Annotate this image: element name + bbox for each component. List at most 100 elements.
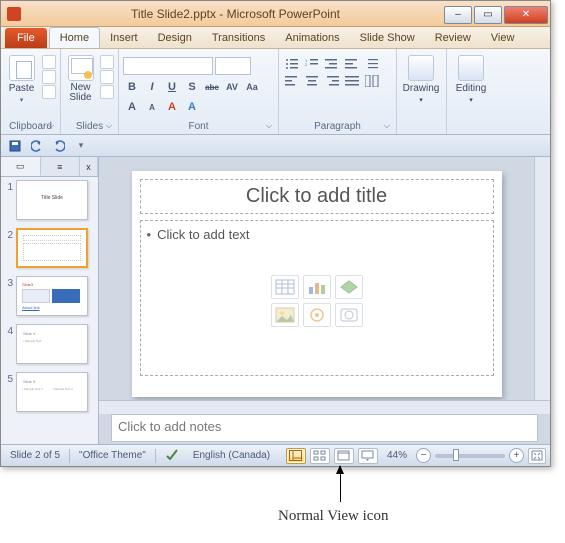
slide-thumbnail[interactable]: Slide 4• Sample Text bbox=[16, 324, 88, 364]
text-direction-button[interactable] bbox=[283, 91, 301, 105]
new-slide-button[interactable]: New Slide bbox=[65, 55, 96, 103]
shrink-font-button[interactable]: A bbox=[143, 99, 161, 115]
tab-review[interactable]: Review bbox=[425, 28, 481, 48]
close-button[interactable]: ✕ bbox=[504, 6, 548, 24]
group-label-clipboard: Clipboard bbox=[5, 120, 56, 133]
group-label-paragraph: Paragraph bbox=[283, 120, 392, 133]
notes-pane[interactable]: Click to add notes bbox=[111, 414, 538, 442]
maximize-button[interactable]: ▭ bbox=[474, 6, 502, 24]
insert-media-icon[interactable] bbox=[335, 303, 363, 327]
tab-view[interactable]: View bbox=[481, 28, 525, 48]
layout-icon[interactable] bbox=[100, 55, 114, 69]
thumb-row[interactable]: 3 Slide3About link bbox=[3, 276, 96, 316]
new-slide-icon bbox=[68, 55, 94, 81]
font-size-combo[interactable] bbox=[215, 57, 251, 75]
paste-button[interactable]: Paste ▾ bbox=[5, 55, 38, 104]
vertical-scrollbar[interactable] bbox=[534, 157, 550, 400]
tab-animations[interactable]: Animations bbox=[275, 28, 349, 48]
thumb-row[interactable]: 4 Slide 4• Sample Text bbox=[3, 324, 96, 364]
line-spacing-button[interactable] bbox=[363, 57, 381, 71]
clear-format-button[interactable]: A bbox=[183, 99, 201, 115]
qat-customize-button[interactable]: ▾ bbox=[71, 137, 91, 155]
char-spacing-button[interactable]: AV bbox=[223, 79, 241, 95]
tab-transitions[interactable]: Transitions bbox=[202, 28, 275, 48]
zoom-slider[interactable] bbox=[435, 454, 505, 458]
content-placeholder[interactable]: Click to add text bbox=[140, 220, 494, 376]
align-center-button[interactable] bbox=[303, 74, 321, 88]
align-right-button[interactable] bbox=[323, 74, 341, 88]
thumb-row[interactable]: 5 Slide 5• Sample Text 1• Sample Text 2 bbox=[3, 372, 96, 412]
grow-font-button[interactable]: A bbox=[123, 99, 141, 115]
tab-design[interactable]: Design bbox=[148, 28, 202, 48]
title-placeholder[interactable]: Click to add title bbox=[140, 179, 494, 214]
panel-tab-outline[interactable]: ≡ bbox=[41, 157, 81, 176]
section-icon[interactable] bbox=[100, 85, 114, 99]
group-slides: New Slide Slides bbox=[61, 49, 119, 134]
horizontal-scrollbar[interactable] bbox=[99, 400, 550, 414]
zoom-level[interactable]: 44% bbox=[382, 449, 412, 462]
redo-button[interactable] bbox=[49, 137, 69, 155]
panel-close-button[interactable]: x bbox=[80, 157, 98, 176]
underline-button[interactable]: U bbox=[163, 79, 181, 95]
save-button[interactable] bbox=[5, 137, 25, 155]
spellcheck-button[interactable] bbox=[160, 447, 184, 464]
reading-view-button[interactable] bbox=[334, 448, 354, 464]
bullets-button[interactable] bbox=[283, 57, 301, 71]
fit-to-window-button[interactable] bbox=[528, 448, 546, 464]
insert-clipart-icon[interactable] bbox=[303, 303, 331, 327]
insert-table-icon[interactable] bbox=[271, 275, 299, 299]
minimize-button[interactable]: – bbox=[444, 6, 472, 24]
italic-button[interactable]: I bbox=[143, 79, 161, 95]
numbering-button[interactable]: 12 bbox=[303, 57, 321, 71]
slide-thumbnail-selected[interactable] bbox=[16, 228, 88, 268]
panel-tab-slides[interactable]: ▭ bbox=[1, 157, 41, 176]
reset-icon[interactable] bbox=[100, 70, 114, 84]
font-color-button[interactable]: A bbox=[163, 99, 181, 115]
shadow-button[interactable]: S bbox=[183, 79, 201, 95]
change-case-button[interactable]: Aa bbox=[243, 79, 261, 95]
thumb-row[interactable]: 1 Title Slide bbox=[3, 180, 96, 220]
ribbon: Paste ▾ Clipboard New Slide bbox=[1, 49, 550, 135]
slideshow-view-button[interactable] bbox=[358, 448, 378, 464]
editing-button[interactable]: Editing▾ bbox=[451, 55, 491, 104]
slide-thumbnail[interactable]: Slide 5• Sample Text 1• Sample Text 2 bbox=[16, 372, 88, 412]
decrease-indent-button[interactable] bbox=[323, 57, 341, 71]
svg-text:2: 2 bbox=[305, 62, 308, 67]
justify-button[interactable] bbox=[343, 74, 361, 88]
smartart-button[interactable] bbox=[323, 91, 341, 105]
status-language[interactable]: English (Canada) bbox=[188, 449, 275, 462]
bold-button[interactable]: B bbox=[123, 79, 141, 95]
tab-home[interactable]: Home bbox=[49, 27, 100, 48]
slide-sorter-view-button[interactable] bbox=[310, 448, 330, 464]
insert-smartart-icon[interactable] bbox=[335, 275, 363, 299]
cut-icon[interactable] bbox=[42, 55, 56, 69]
copy-icon[interactable] bbox=[42, 70, 56, 84]
align-text-button[interactable] bbox=[303, 91, 321, 105]
file-tab[interactable]: File bbox=[5, 28, 47, 48]
insert-chart-icon[interactable] bbox=[303, 275, 331, 299]
undo-button[interactable] bbox=[27, 137, 47, 155]
slide-thumbnail[interactable]: Title Slide bbox=[16, 180, 88, 220]
zoom-in-button[interactable]: + bbox=[509, 448, 524, 463]
new-slide-label: New Slide bbox=[69, 83, 91, 103]
arrow-icon bbox=[340, 466, 341, 502]
slide-thumbnail[interactable]: Slide3About link bbox=[16, 276, 88, 316]
columns-button[interactable] bbox=[363, 74, 381, 88]
zoom-slider-handle[interactable] bbox=[453, 449, 459, 461]
tab-slideshow[interactable]: Slide Show bbox=[350, 28, 425, 48]
strikethrough-button[interactable]: abc bbox=[203, 79, 221, 95]
format-painter-icon[interactable] bbox=[42, 85, 56, 99]
drawing-button[interactable]: Drawing▾ bbox=[401, 55, 441, 104]
slide-canvas[interactable]: Click to add title Click to add text bbox=[99, 157, 534, 400]
insert-picture-icon[interactable] bbox=[271, 303, 299, 327]
font-family-combo[interactable] bbox=[123, 57, 213, 75]
thumb-row[interactable]: 2 bbox=[3, 228, 96, 268]
increase-indent-button[interactable] bbox=[343, 57, 361, 71]
zoom-out-button[interactable]: − bbox=[416, 448, 431, 463]
normal-view-button[interactable] bbox=[286, 448, 306, 464]
thumb-num: 2 bbox=[3, 228, 13, 241]
align-left-button[interactable] bbox=[283, 74, 301, 88]
callout: Normal View icon bbox=[326, 466, 526, 525]
tab-insert[interactable]: Insert bbox=[100, 28, 148, 48]
group-font: B I U S abc AV Aa A A A A Font bbox=[119, 49, 279, 134]
